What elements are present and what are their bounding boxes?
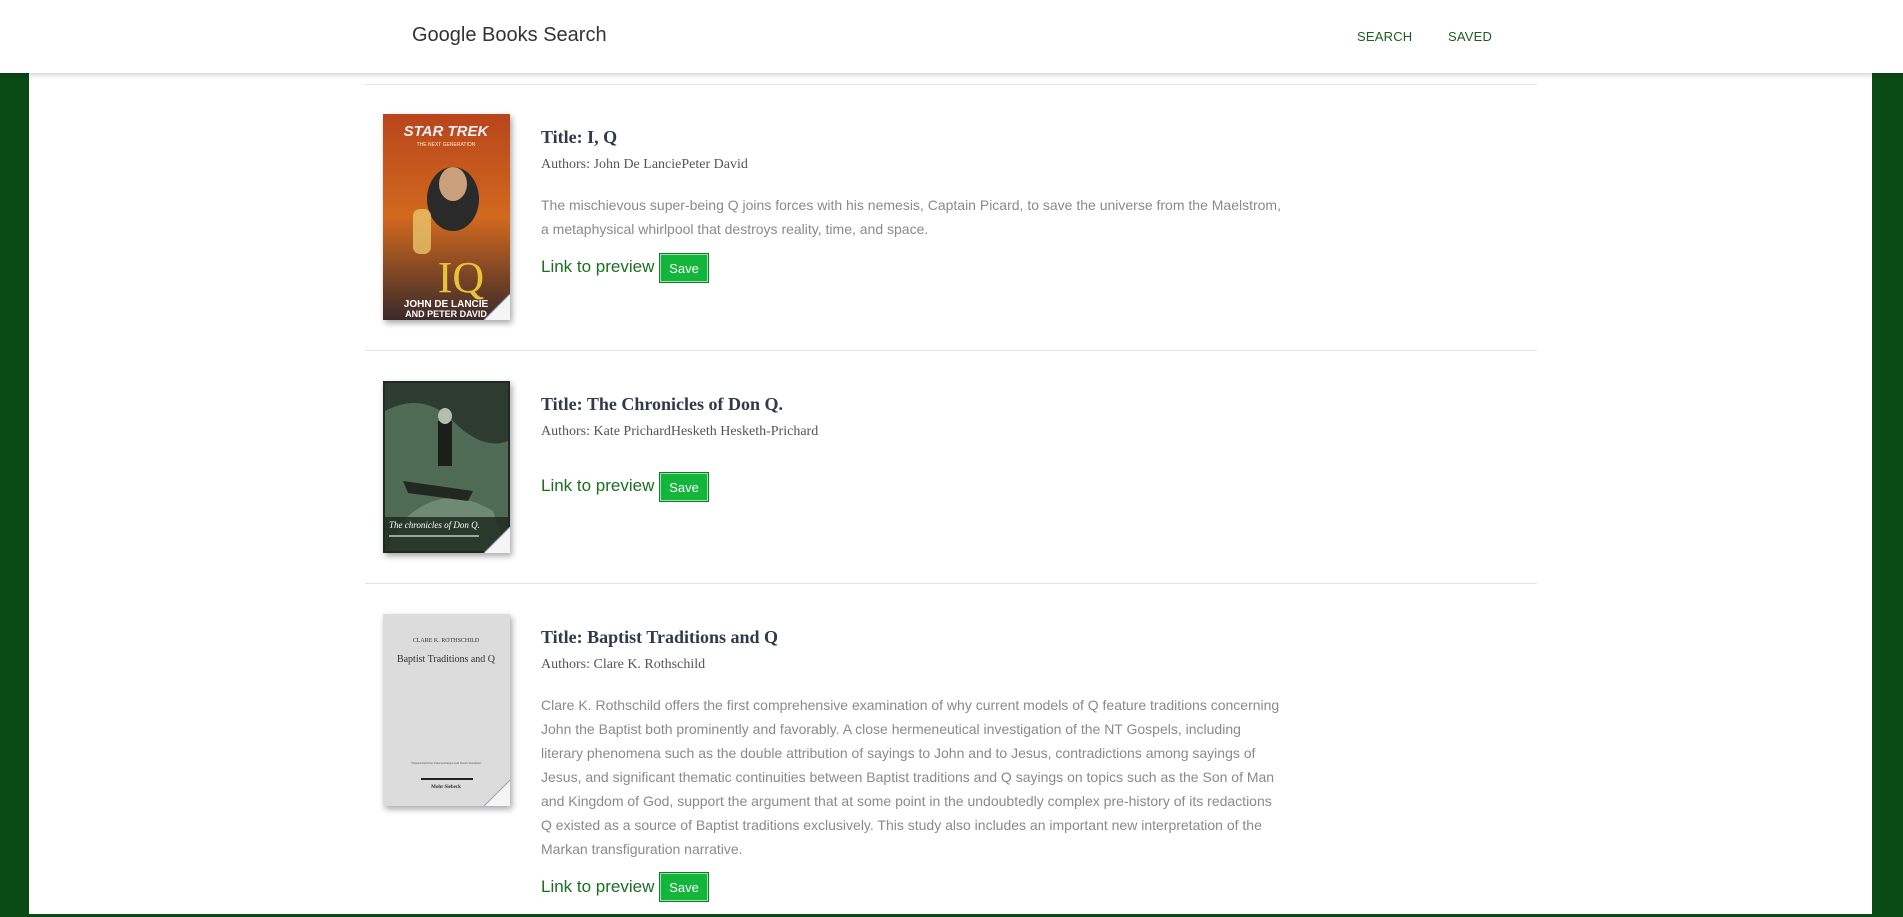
svg-text:STAR TREK: STAR TREK bbox=[404, 123, 490, 140]
book-title: Title: The Chronicles of Don Q. bbox=[541, 394, 784, 414]
preview-link[interactable]: Link to preview bbox=[541, 476, 654, 496]
book-authors: Authors: John De LanciePeter David bbox=[541, 157, 748, 172]
nav-saved-link[interactable]: SAVED bbox=[1448, 29, 1492, 44]
svg-text:CLARE K. ROTHSCHILD: CLARE K. ROTHSCHILD bbox=[413, 638, 480, 644]
cover-art-baptist: CLARE K. ROTHSCHILD Baptist Traditions a… bbox=[383, 614, 510, 806]
preview-link[interactable]: Link to preview bbox=[541, 257, 654, 277]
svg-text:AND PETER DAVID: AND PETER DAVID bbox=[405, 309, 487, 319]
book-cover[interactable]: CLARE K. ROTHSCHILD Baptist Traditions a… bbox=[383, 614, 510, 806]
brand-title[interactable]: Google Books Search bbox=[412, 24, 607, 47]
book-cover[interactable]: STAR TREK THE NEXT GENERATION IQ JOHN DE… bbox=[383, 114, 510, 320]
divider bbox=[365, 84, 1537, 85]
svg-text:THE NEXT GENERATION: THE NEXT GENERATION bbox=[417, 142, 476, 148]
svg-text:Baptist Traditions and Q: Baptist Traditions and Q bbox=[397, 654, 496, 665]
book-description: The mischievous super-being Q joins forc… bbox=[541, 197, 1281, 237]
book-authors: Authors: Kate PrichardHesketh Hesketh-Pr… bbox=[541, 424, 819, 439]
divider bbox=[365, 350, 1537, 351]
save-button[interactable]: Save bbox=[659, 253, 709, 283]
save-button[interactable]: Save bbox=[659, 872, 709, 902]
divider bbox=[365, 583, 1537, 584]
navbar: Google Books Search SEARCH SAVED bbox=[0, 0, 1903, 73]
book-title: Title: Baptist Traditions and Q bbox=[541, 627, 779, 647]
svg-text:IQ: IQ bbox=[438, 253, 485, 302]
book-title: Title: I, Q bbox=[541, 127, 618, 147]
nav-search-link[interactable]: SEARCH bbox=[1357, 29, 1412, 44]
book-authors: Authors: Clare K. Rothschild bbox=[541, 657, 706, 672]
save-button[interactable]: Save bbox=[659, 472, 709, 502]
book-cover[interactable]: The chronicles of Don Q. bbox=[383, 381, 510, 553]
svg-text:Wissenschaftliche Untersuchung: Wissenschaftliche Untersuchungen zum Neu… bbox=[411, 761, 481, 765]
preview-link[interactable]: Link to preview bbox=[541, 877, 654, 897]
book-description: Clare K. Rothschild offers the first com… bbox=[541, 697, 1280, 857]
svg-text:The chronicles of Don Q.: The chronicles of Don Q. bbox=[389, 520, 480, 530]
svg-text:Mohr Siebeck: Mohr Siebeck bbox=[431, 785, 461, 790]
cover-art-iq: STAR TREK THE NEXT GENERATION IQ JOHN DE… bbox=[383, 114, 510, 320]
cover-art-don-q: The chronicles of Don Q. bbox=[383, 381, 510, 553]
